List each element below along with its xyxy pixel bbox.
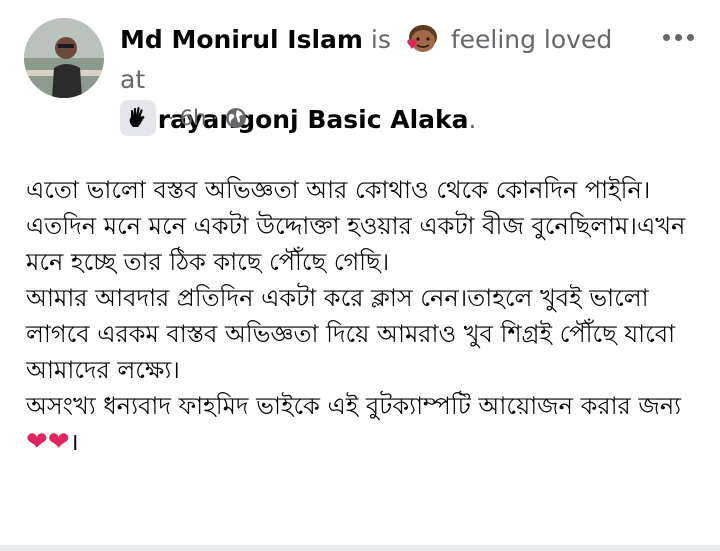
post-header: Md Monirul Islam is feeling loved at Nar… [24,18,704,138]
post-meta: · 6h · [120,100,248,136]
more-dot [674,33,682,41]
waving-hand-icon[interactable] [120,100,156,136]
post-text-line-content: অসংখ্য ধন্যবাদ ফাহমিদ ভাইকে এই বুটক্যাম্… [26,392,682,420]
post-text-line: আমার আবদার প্রতিদিন একটা করে ক্লাস নেন।ত… [26,284,676,384]
bottom-divider [0,545,720,551]
avatar[interactable] [24,18,104,98]
end-mark: । [69,428,79,456]
meta-separator: · [168,107,174,129]
post-body: এতো ভালো বস্তব অভিজ্ঞতা আর কোথাও থেকে কো… [26,172,698,460]
more-dot [686,33,694,41]
post-text-line: এতদিন মনে মনে একটা উদ্দোক্তা হওয়ার একটা… [26,212,686,276]
avatar-photo [24,18,104,98]
more-dot [662,33,670,41]
author-name[interactable]: Md Monirul Islam [120,25,363,54]
connector-text: is [370,25,391,54]
globe-icon[interactable] [224,106,248,130]
post-text-line: অসংখ্য ধন্যবাদ ফাহমিদ ভাইকে এই বুটক্যাম্… [26,388,698,460]
post-time[interactable]: 6h [180,106,207,130]
meta-separator: · [212,107,219,129]
more-options-button[interactable] [658,22,698,52]
location-suffix: . [468,105,477,134]
red-heart-icon: ❤❤ [26,427,70,457]
face-with-hearts-icon [407,25,437,52]
post-text-line: এতো ভালো বস্তব অভিজ্ঞতা আর কোথাও থেকে কো… [26,176,651,204]
